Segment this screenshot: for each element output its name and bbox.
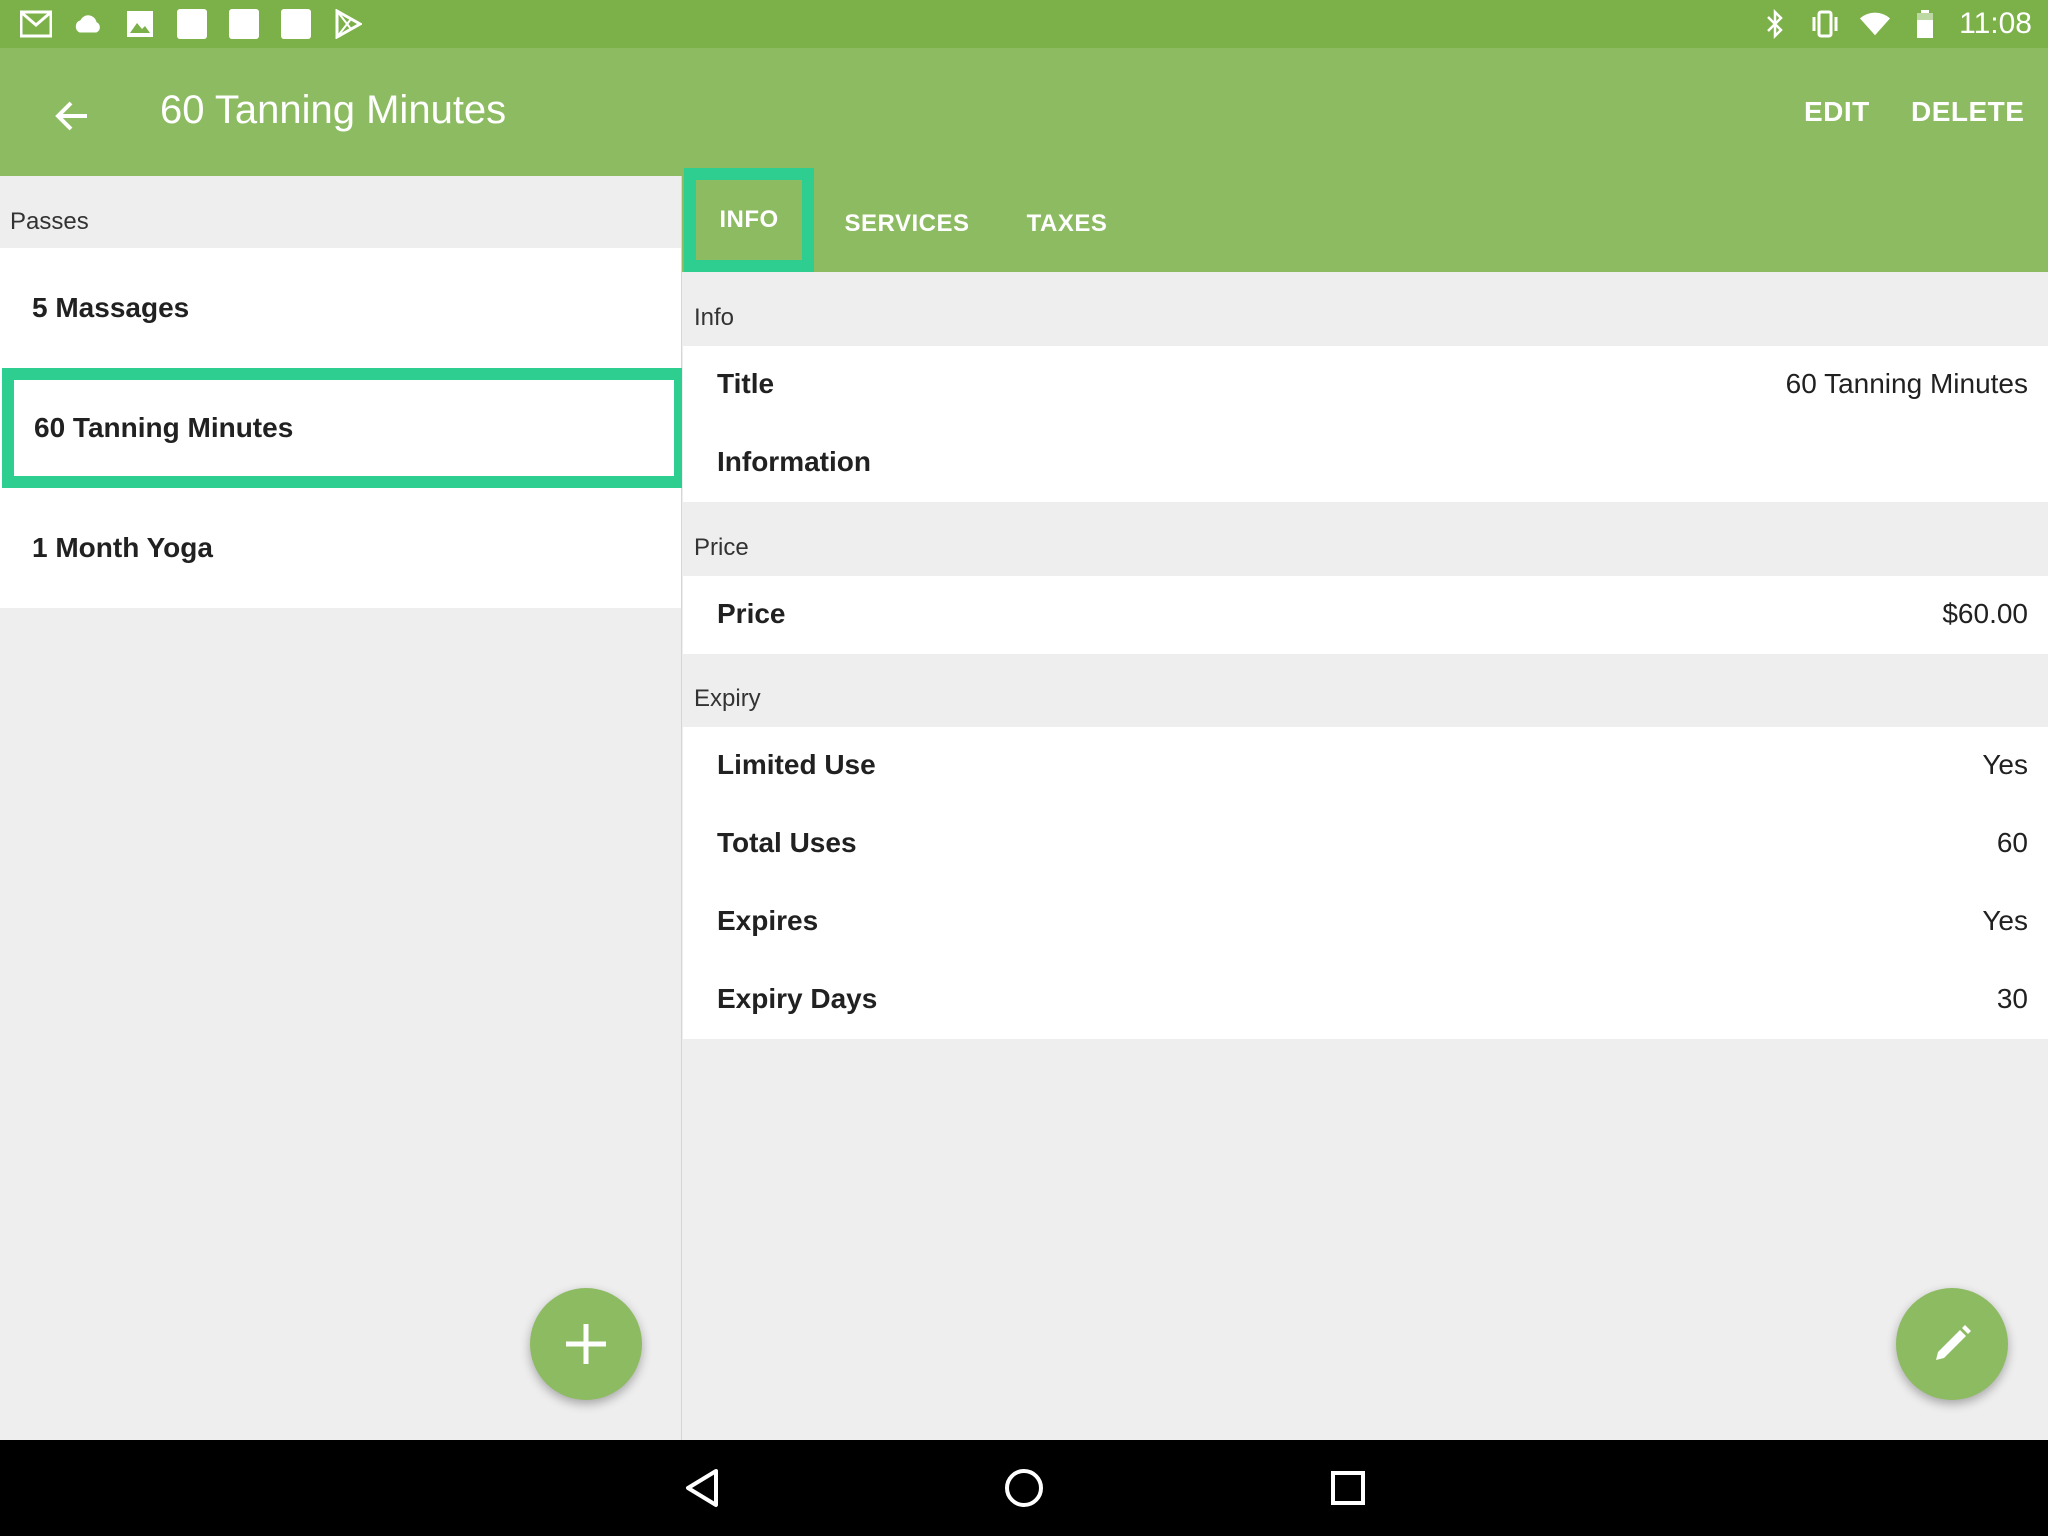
row-label: Expires bbox=[717, 905, 819, 936]
info-card: Title 60 Tanning Minutes Information bbox=[683, 346, 2048, 502]
tab-taxes[interactable]: TAXES bbox=[992, 176, 1142, 272]
row-label: Title bbox=[717, 368, 775, 399]
detail-row: Price $60.00 bbox=[683, 576, 2048, 654]
plus-icon bbox=[566, 1324, 606, 1364]
detail-row: Limited Use Yes bbox=[683, 727, 2048, 805]
system-icons: 11:08 bbox=[1759, 7, 2032, 40]
back-button[interactable] bbox=[40, 84, 104, 148]
circle-home-icon bbox=[1005, 1469, 1043, 1507]
square-recents-icon bbox=[1331, 1471, 1365, 1505]
status-bar: 11:08 bbox=[0, 0, 2048, 48]
detail-row: Expiry Days 30 bbox=[683, 961, 2048, 1039]
page-title: 60 Tanning Minutes bbox=[160, 88, 507, 132]
vibrate-icon bbox=[1809, 8, 1841, 40]
list-item-label: 60 Tanning Minutes bbox=[34, 412, 294, 443]
passes-header: Passes bbox=[10, 208, 89, 235]
bluetooth-icon bbox=[1759, 8, 1791, 40]
detail-row: Information bbox=[683, 424, 2048, 502]
nav-recents-button[interactable] bbox=[1320, 1460, 1376, 1516]
play-store-icon bbox=[332, 8, 364, 40]
app-bar: 60 Tanning Minutes EDIT DELETE bbox=[0, 48, 2048, 176]
row-label: Price bbox=[717, 598, 786, 629]
row-label: Information bbox=[717, 446, 871, 477]
row-value: 60 Tanning Minutes bbox=[1785, 368, 2028, 399]
add-pass-button[interactable] bbox=[530, 1288, 642, 1400]
detail-row: Expires Yes bbox=[683, 883, 2048, 961]
expiry-card: Limited Use Yes Total Uses 60 Expires Ye… bbox=[683, 727, 2048, 1039]
cloud-icon bbox=[72, 8, 104, 40]
arrow-back-icon bbox=[55, 101, 87, 131]
navigation-bar bbox=[0, 1440, 2048, 1536]
wifi-icon bbox=[1859, 8, 1891, 40]
clock: 11:08 bbox=[1959, 7, 2032, 40]
price-card: Price $60.00 bbox=[683, 576, 2048, 654]
edit-fab-button[interactable] bbox=[1896, 1288, 2008, 1400]
detail-row: Title 60 Tanning Minutes bbox=[683, 346, 2048, 424]
image-icon bbox=[124, 8, 156, 40]
notification-icon bbox=[176, 8, 208, 40]
row-value: 60 bbox=[1996, 827, 2028, 858]
row-value: $60.00 bbox=[1942, 598, 2028, 629]
detail-row: Total Uses 60 bbox=[683, 805, 2048, 883]
list-item-label: 1 Month Yoga bbox=[32, 532, 213, 563]
battery-icon bbox=[1909, 8, 1941, 40]
list-item[interactable]: 1 Month Yoga bbox=[0, 488, 681, 608]
notification-icon bbox=[228, 8, 260, 40]
gmail-icon bbox=[20, 8, 52, 40]
notification-icon bbox=[280, 8, 312, 40]
row-value: Yes bbox=[1982, 905, 2028, 936]
pencil-icon bbox=[1936, 1325, 1971, 1360]
notification-icons bbox=[20, 8, 364, 40]
tab-info[interactable]: INFO bbox=[684, 168, 814, 272]
detail-pane: Info Title 60 Tanning Minutes Informatio… bbox=[682, 272, 2048, 1440]
nav-back-button[interactable] bbox=[674, 1460, 730, 1516]
nav-home-button[interactable] bbox=[996, 1460, 1052, 1516]
row-value: 30 bbox=[1996, 983, 2028, 1014]
row-label: Expiry Days bbox=[717, 983, 878, 1014]
tab-services[interactable]: SERVICES bbox=[822, 176, 992, 272]
section-header-price: Price bbox=[694, 534, 749, 561]
delete-button[interactable]: DELETE bbox=[1911, 96, 2024, 128]
list-item[interactable]: 5 Massages bbox=[0, 248, 681, 368]
triangle-back-icon bbox=[686, 1469, 718, 1507]
list-item-selected[interactable]: 60 Tanning Minutes bbox=[2, 368, 686, 488]
edit-button[interactable]: EDIT bbox=[1804, 96, 1870, 128]
tab-bar: INFO SERVICES TAXES bbox=[682, 168, 2048, 272]
row-label: Total Uses bbox=[717, 827, 857, 858]
row-label: Limited Use bbox=[717, 749, 876, 780]
section-header-expiry: Expiry bbox=[694, 685, 761, 712]
row-value: Yes bbox=[1982, 749, 2028, 780]
passes-pane: Passes 5 Massages 60 Tanning Minutes 1 M… bbox=[0, 176, 686, 1440]
section-header-info: Info bbox=[694, 304, 735, 331]
list-item-label: 5 Massages bbox=[32, 292, 190, 323]
passes-list: 5 Massages 60 Tanning Minutes 1 Month Yo… bbox=[0, 248, 686, 608]
